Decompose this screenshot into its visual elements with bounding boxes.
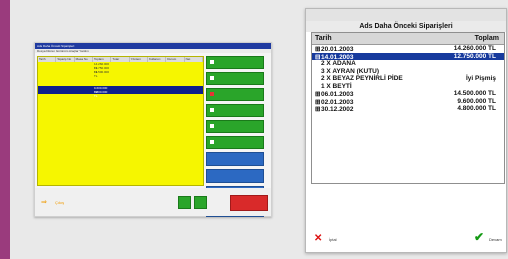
table-row[interactable] bbox=[38, 102, 203, 106]
cancel-button[interactable] bbox=[230, 195, 268, 211]
col-date-header: Tarih bbox=[315, 35, 332, 42]
left-accent-bar bbox=[0, 0, 10, 259]
blue-button[interactable] bbox=[206, 169, 264, 183]
row-total: 4.800.000 TL bbox=[457, 105, 496, 112]
action-icon bbox=[210, 108, 214, 112]
dialog-title: Ads Daha Önceki Siparişleri bbox=[306, 21, 506, 32]
order-item-row[interactable]: 1 X BEYTİ bbox=[312, 83, 504, 91]
row-total: 14.260.000 TL bbox=[453, 45, 496, 52]
row-total: 12.750.000 TL bbox=[453, 52, 496, 60]
order-item-row[interactable]: 3 X AYRAN (KUTU) bbox=[312, 68, 504, 76]
side-button[interactable] bbox=[206, 72, 264, 85]
delete-icon bbox=[210, 92, 214, 96]
item-text: 2 X ADANA bbox=[321, 60, 356, 67]
row-total: 14.500.000 TL bbox=[453, 90, 496, 97]
side-button[interactable] bbox=[206, 88, 264, 101]
item-note: İyi Pişmiş bbox=[466, 75, 496, 82]
order-item-row[interactable]: 2 X BEYAZ PEYNİRLİ PİDE İyi Pişmiş bbox=[312, 75, 504, 83]
item-text: 3 X AYRAN (KUTU) bbox=[321, 67, 380, 75]
exit-label: Çıkış bbox=[55, 200, 65, 205]
tree-row[interactable]: ⊞30.12.2002 4.800.000 TL bbox=[312, 105, 504, 113]
col-total-header: Toplam bbox=[474, 35, 499, 42]
action-icon bbox=[210, 76, 214, 80]
check-icon[interactable]: ✔ bbox=[474, 230, 484, 244]
list-header: Tarih Toplam bbox=[312, 33, 504, 45]
pos-screen-thumbnail: Ads Daha Önceki Siparişleri Dosya Düzen … bbox=[34, 42, 272, 217]
side-button[interactable] bbox=[206, 120, 264, 133]
order-item-row[interactable]: 2 X ADANA bbox=[312, 60, 504, 68]
sub-button-group bbox=[206, 152, 264, 169]
cancel-label[interactable]: İptal bbox=[329, 237, 337, 242]
side-button[interactable] bbox=[206, 56, 264, 69]
row-date: 30.12.2002 bbox=[321, 106, 354, 113]
exit-icon[interactable]: ⇒ bbox=[41, 198, 47, 206]
nav-button[interactable] bbox=[194, 196, 207, 209]
side-button[interactable] bbox=[206, 104, 264, 117]
side-button[interactable] bbox=[206, 136, 264, 149]
close-icon[interactable]: ✕ bbox=[314, 233, 322, 244]
tree-row[interactable]: ⊞02.01.2003 9.600.000 TL bbox=[312, 98, 504, 106]
item-text: 1 X BEYTİ bbox=[321, 82, 352, 90]
orders-tree-list: Tarih Toplam ⊞20.01.2003 14.260.000 TL ⊟… bbox=[311, 32, 505, 184]
nav-button[interactable] bbox=[178, 196, 191, 209]
tree-row[interactable]: ⊞06.01.2003 14.500.000 TL bbox=[312, 90, 504, 98]
action-icon bbox=[210, 124, 214, 128]
blue-button[interactable] bbox=[206, 152, 264, 166]
sub-button-group bbox=[206, 169, 264, 186]
menu-bar: Dosya Düzen Görünüm Araçlar Yardım bbox=[35, 49, 271, 53]
orders-table: Tarih Sipariş No Masa No Toplam Tutar Yö… bbox=[37, 56, 204, 186]
action-icon bbox=[210, 60, 214, 64]
item-text: 2 X BEYAZ PEYNİRLİ PİDE bbox=[321, 75, 403, 82]
bottom-toolbar: ⇒ Çıkış bbox=[35, 188, 271, 216]
tree-row-selected[interactable]: ⊟14.01.2003 12.750.000 TL bbox=[312, 52, 504, 61]
previous-orders-dialog: Ads Daha Önceki Siparişleri Tarih Toplam… bbox=[305, 8, 507, 253]
continue-label[interactable]: Devam bbox=[489, 237, 502, 242]
row-total: 9.600.000 TL bbox=[457, 97, 496, 105]
action-icon bbox=[210, 140, 214, 144]
tree-row[interactable]: ⊞20.01.2003 14.260.000 TL bbox=[312, 45, 504, 53]
